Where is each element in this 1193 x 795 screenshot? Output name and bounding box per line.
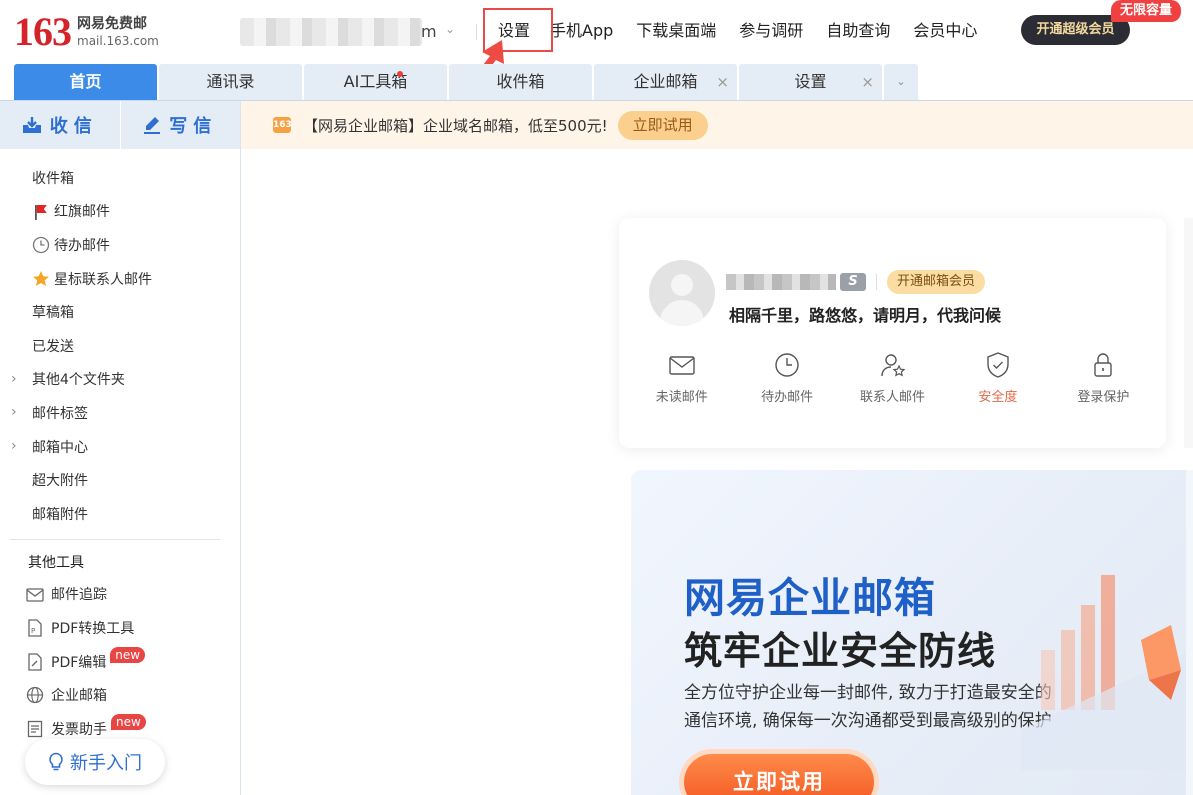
nav-self-service[interactable]: 自助查询 [826, 14, 890, 48]
promo-banner: 163 【网易企业邮箱】企业域名邮箱，低至500元! 立即试用 [241, 101, 1193, 149]
adjacent-card-edge [1184, 218, 1193, 448]
adjacent-panel-edge [1186, 470, 1193, 795]
tab-settings[interactable]: 设置 × [739, 64, 882, 100]
new-badge: new [111, 713, 146, 730]
nav-survey[interactable]: 参与调研 [739, 14, 803, 48]
avatar[interactable] [649, 260, 715, 326]
enterprise-desc-line2: 通信环境, 确保每一次沟通都受到最高级别的保护 [684, 711, 1052, 731]
tool-enterprise-mail[interactable]: 企业邮箱 [0, 678, 240, 712]
tab-bar: 首页 通讯录 AI工具箱 收件箱 企业邮箱 × 设置 × ⌄ [14, 64, 918, 100]
divider [876, 274, 877, 290]
folder-sent[interactable]: 已发送 [0, 329, 240, 363]
beginner-guide-button[interactable]: 新手入门 [25, 739, 165, 785]
growth-chart-illustration-icon [1021, 575, 1193, 770]
contact-star-icon [880, 354, 905, 377]
folder-todo[interactable]: 待办邮件 [0, 228, 240, 262]
divider [10, 538, 220, 540]
promo-logo-icon: 163 [273, 117, 292, 133]
shield-icon [987, 352, 1009, 378]
tool-mail-tracking[interactable]: 邮件追踪 [0, 578, 240, 612]
enterprise-try-button[interactable]: 立即试用 [684, 754, 874, 795]
tab-home[interactable]: 首页 [14, 64, 157, 100]
clock-icon [775, 353, 799, 377]
compose-button[interactable]: 写信 [121, 101, 241, 149]
open-member-badge[interactable]: 开通邮箱会员 [887, 270, 986, 294]
enterprise-subtitle: 筑牢企业安全防线 [684, 629, 997, 673]
receive-button[interactable]: 收信 [0, 101, 120, 149]
nav-desktop-download[interactable]: 下载桌面端 [636, 14, 716, 48]
tabs-more-chevron-icon[interactable]: ⌄ [884, 64, 918, 100]
pen-icon [144, 117, 161, 134]
logo[interactable]: 163 网易免费邮 mail.163.com [14, 12, 159, 52]
tab-contacts[interactable]: 通讯录 [159, 64, 302, 100]
chevron-down-icon[interactable]: ⌄ [445, 22, 455, 36]
clock-icon [32, 236, 50, 254]
folder-drafts[interactable]: 草稿箱 [0, 295, 240, 329]
user-card: S 开通邮箱会员 相隔千里，路悠悠，请明月，代我问候 未读邮件 待办邮件 联系人… [619, 218, 1166, 448]
close-icon[interactable]: × [861, 64, 874, 100]
star-icon [32, 270, 50, 288]
mail-app-window: { "brand": {"number": "163", "name_cn": … [0, 0, 1193, 795]
invoice-icon [26, 720, 44, 738]
chevron-right-icon[interactable]: › [11, 396, 17, 430]
enterprise-desc-line1: 全方位守护企业每一封邮件, 致力于打造最安全的 [684, 683, 1052, 703]
tab-enterprise-mail[interactable]: 企业邮箱 × [594, 64, 737, 100]
account-name-blurred[interactable] [240, 18, 422, 46]
folder-inbox[interactable]: 收件箱 [0, 161, 240, 195]
tool-pdf-convert[interactable]: P PDF转换工具 [0, 611, 240, 645]
quick-todo-mail[interactable]: 待办邮件 [734, 350, 839, 405]
quick-contact-mail[interactable]: 联系人邮件 [840, 350, 945, 405]
tools-title: 其他工具 [28, 554, 84, 571]
quick-login-protection[interactable]: 登录保护 [1051, 350, 1156, 405]
account-suffix[interactable]: m [421, 22, 437, 41]
nav-member-center[interactable]: 会员中心 [913, 14, 977, 48]
promo-text[interactable]: 【网易企业邮箱】企业域名邮箱，低至500元! [303, 115, 608, 136]
quick-unread-mail[interactable]: 未读邮件 [629, 350, 734, 405]
top-nav: 设置 手机App 下载桌面端 参与调研 自助查询 会员中心 [486, 14, 1000, 48]
username-blurred [726, 274, 836, 290]
logo-name: 网易免费邮 [77, 16, 147, 32]
lightbulb-icon [49, 752, 63, 771]
tab-ai-tools[interactable]: AI工具箱 [304, 64, 447, 100]
close-icon[interactable]: × [716, 64, 729, 100]
folder-starred-contacts[interactable]: 星标联系人邮件 [0, 262, 240, 296]
sidebar: 收信 写信 收件箱 红旗邮件 待办邮件 星标联系人邮件 草稿箱 已发送 › 其他4… [0, 101, 241, 795]
envelope-icon [669, 356, 695, 375]
unlimited-storage-badge: 无限容量 [1111, 0, 1181, 22]
tool-pdf-edit[interactable]: PDF编辑 new [0, 645, 240, 679]
red-flag-icon [32, 203, 50, 221]
folder-large-attachments[interactable]: 超大附件 [0, 463, 240, 497]
enterprise-promo: 网易企业邮箱 筑牢企业安全防线 全方位守护企业每一封邮件, 致力于打造最安全的 … [631, 470, 1193, 795]
folder-mail-attachments[interactable]: 邮箱附件 [0, 497, 240, 531]
svg-text:P: P [31, 627, 35, 635]
level-badge: S [840, 273, 866, 291]
lock-icon [1094, 353, 1113, 377]
tab-inbox[interactable]: 收件箱 [449, 64, 592, 100]
nav-mobile-app[interactable]: 手机App [550, 14, 613, 48]
inbox-download-icon [22, 117, 41, 133]
quick-actions: 未读邮件 待办邮件 联系人邮件 安全度 登录保护 [629, 350, 1156, 405]
top-header: 163 网易免费邮 mail.163.com m ⌄ 设置 手机App 下载桌面… [0, 0, 1193, 96]
pdf-file-icon: P [26, 619, 44, 637]
enterprise-title: 网易企业邮箱 [684, 574, 936, 622]
mail-tracking-icon [26, 586, 44, 604]
folder-mail-labels[interactable]: › 邮件标签 [0, 396, 240, 430]
logo-domain: mail.163.com [77, 34, 159, 48]
folder-list: 收件箱 红旗邮件 待办邮件 星标联系人邮件 草稿箱 已发送 › 其他4个文件夹 ›… [0, 149, 240, 531]
chevron-right-icon[interactable]: › [11, 363, 17, 397]
folder-mail-center[interactable]: › 邮箱中心 [0, 430, 240, 464]
quick-security-level[interactable]: 安全度 [945, 350, 1050, 405]
notification-dot [397, 71, 403, 77]
compose-bar: 收信 写信 [0, 101, 240, 149]
folder-other-folders[interactable]: › 其他4个文件夹 [0, 363, 240, 397]
globe-icon [26, 686, 44, 704]
logo-number: 163 [14, 9, 72, 54]
new-badge: new [110, 646, 146, 663]
promo-try-button[interactable]: 立即试用 [617, 110, 708, 140]
chevron-right-icon[interactable]: › [11, 430, 17, 464]
folder-red-flag[interactable]: 红旗邮件 [0, 195, 240, 229]
greeting-text: 相隔千里，路悠悠，请明月，代我问候 [729, 306, 1002, 325]
pdf-edit-icon [26, 653, 44, 671]
